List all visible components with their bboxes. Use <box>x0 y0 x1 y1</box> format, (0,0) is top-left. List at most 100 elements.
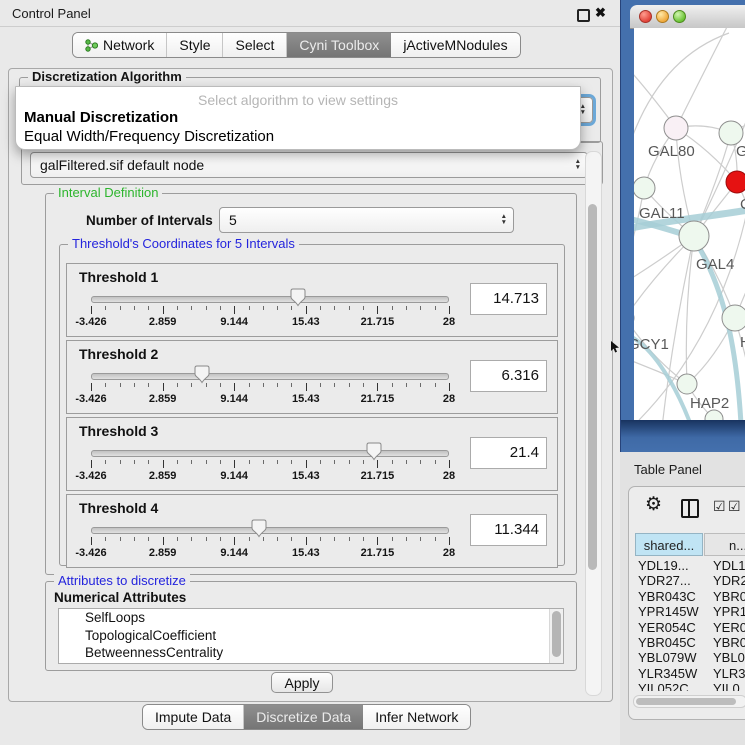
node-table[interactable]: shared... n... YDL19... YDL1 YDR27... YD… <box>635 533 745 691</box>
slider-tick <box>120 306 121 310</box>
slider-tick <box>392 537 393 541</box>
name-cell: YBR0 <box>713 635 745 650</box>
network-node[interactable] <box>719 121 743 145</box>
tab-jactivemnodules[interactable]: jActiveMNodules <box>391 33 519 57</box>
table-row[interactable]: YER054C YER0 <box>635 620 745 635</box>
tab-impute-data[interactable]: Impute Data <box>143 705 244 729</box>
table-row[interactable]: YBR045C YBR0 <box>635 635 745 650</box>
panel-vertical-scrollbar[interactable] <box>585 151 602 696</box>
tab-infer-network[interactable]: Infer Network <box>363 705 470 729</box>
scrollbar-thumb[interactable] <box>636 698 736 705</box>
slider-tick <box>177 460 178 464</box>
list-vertical-scrollbar[interactable] <box>549 609 563 663</box>
network-edge <box>676 28 729 128</box>
slider-tick <box>334 537 335 541</box>
tab-cyni-toolbox[interactable]: Cyni Toolbox <box>287 33 391 57</box>
threshold-slider[interactable]: -3.4262.8599.14415.4321.71528 <box>91 444 449 486</box>
tab-select[interactable]: Select <box>223 33 287 57</box>
threshold-slider[interactable]: -3.4262.8599.14415.4321.71528 <box>91 290 449 332</box>
threshold-value-field[interactable]: 21.4 <box>470 437 547 469</box>
dropdown-option-equal-width[interactable]: Equal Width/Frequency Discretization <box>16 127 580 146</box>
stepper-arrows-icon: ▲▼ <box>575 153 581 177</box>
slider-tick <box>435 383 436 387</box>
num-intervals-select[interactable]: 5 ▲▼ <box>219 207 514 233</box>
network-node[interactable] <box>726 171 745 193</box>
checkbox-icon[interactable]: ☑ <box>728 498 741 515</box>
network-window-titlebar[interactable] <box>630 5 745 29</box>
slider-tick <box>234 460 235 468</box>
slider-thumb[interactable] <box>366 442 382 461</box>
network-icon <box>85 39 98 52</box>
slider-track[interactable] <box>91 296 449 303</box>
slider-scale-label: 9.144 <box>220 393 248 405</box>
network-node[interactable] <box>677 374 697 394</box>
columns-icon[interactable] <box>681 499 699 518</box>
network-canvas[interactable]: GAL80GACGAL11GAL4GCY1HHAP2 <box>634 28 745 420</box>
minimize-traffic-light-icon[interactable] <box>656 10 669 23</box>
close-traffic-light-icon[interactable] <box>639 10 652 23</box>
column-header-name[interactable]: n... <box>704 533 745 556</box>
table-row[interactable]: YBR043C YBR0 <box>635 589 745 604</box>
column-header-shared-name[interactable]: shared... <box>635 533 703 556</box>
scrollbar-thumb[interactable] <box>588 204 597 570</box>
slider-track[interactable] <box>91 373 449 380</box>
slider-scale: -3.4262.8599.14415.4321.71528 <box>91 316 449 329</box>
table-data-select[interactable]: galFiltered.sif default node ▲▼ <box>30 152 588 178</box>
slider-tick <box>291 306 292 310</box>
slider-scale: -3.4262.8599.14415.4321.71528 <box>91 547 449 560</box>
attribute-item[interactable]: SelfLoops <box>59 609 563 627</box>
network-node[interactable] <box>634 177 655 199</box>
table-row[interactable]: YBL079W YBL0 <box>635 650 745 665</box>
zoom-traffic-light-icon[interactable] <box>673 10 686 23</box>
table-horizontal-scrollbar[interactable] <box>633 695 745 708</box>
table-row[interactable]: YLR345W YLR3 <box>635 666 745 681</box>
slider-thumb[interactable] <box>290 288 306 307</box>
slider-tick <box>206 537 207 541</box>
threshold-slider[interactable]: -3.4262.8599.14415.4321.71528 <box>91 521 449 563</box>
shared-name-cell: YER054C <box>638 620 696 635</box>
tab-style[interactable]: Style <box>167 33 223 57</box>
slider-scale-label: 2.859 <box>149 393 177 405</box>
threshold-value-field[interactable]: 14.713 <box>470 283 547 315</box>
checkbox-icon[interactable]: ☑ <box>713 498 726 515</box>
slider-tick <box>206 306 207 310</box>
threshold-slider[interactable]: -3.4262.8599.14415.4321.71528 <box>91 367 449 409</box>
slider-tick <box>148 306 149 310</box>
slider-scale-label: 2.859 <box>149 316 177 328</box>
attribute-item[interactable]: TopologicalCoefficient <box>59 627 563 645</box>
slider-track[interactable] <box>91 450 449 457</box>
attribute-item[interactable]: BetweennessCentrality <box>59 644 563 662</box>
slider-tick <box>392 383 393 387</box>
numerical-attributes-list[interactable]: SelfLoopsTopologicalCoefficientBetweenne… <box>58 608 564 664</box>
tab-discretize-data[interactable]: Discretize Data <box>244 705 363 729</box>
table-row[interactable]: YDL19... YDL1 <box>635 558 745 573</box>
float-window-icon[interactable] <box>577 9 590 22</box>
window-frame <box>621 420 745 452</box>
apply-button[interactable]: Apply <box>271 672 333 693</box>
slider-thumb[interactable] <box>251 519 267 538</box>
threshold-value-field[interactable]: 6.316 <box>470 360 547 392</box>
network-node[interactable] <box>664 116 688 140</box>
slider-tick <box>363 537 364 541</box>
gear-icon[interactable]: ⚙ <box>645 493 662 516</box>
threshold-value-field[interactable]: 11.344 <box>470 514 547 546</box>
slider-scale-label: 9.144 <box>220 470 248 482</box>
slider-thumb[interactable] <box>194 365 210 384</box>
slider-tick <box>435 537 436 541</box>
shared-name-cell: YBR043C <box>638 589 696 604</box>
network-node[interactable] <box>679 221 709 251</box>
network-node[interactable] <box>722 305 745 331</box>
close-icon[interactable]: ✖ <box>595 5 606 21</box>
slider-track[interactable] <box>91 527 449 534</box>
dropdown-option-manual[interactable]: Manual Discretization <box>16 108 580 127</box>
tab-network[interactable]: Network <box>73 33 167 57</box>
threshold-label: Threshold 3 <box>79 423 158 439</box>
scrollbar-thumb[interactable] <box>552 611 561 657</box>
table-row[interactable]: YIL052C YIL0 <box>635 681 745 691</box>
num-intervals-value: 5 <box>229 208 237 232</box>
slider-tick <box>406 460 407 464</box>
threshold-panel: Threshold 2 -3.4262.8599.14415.4321.7152… <box>66 340 558 414</box>
table-row[interactable]: YPR145W YPR1 <box>635 604 745 619</box>
slider-tick <box>349 306 350 310</box>
table-row[interactable]: YDR27... YDR2 <box>635 573 745 588</box>
